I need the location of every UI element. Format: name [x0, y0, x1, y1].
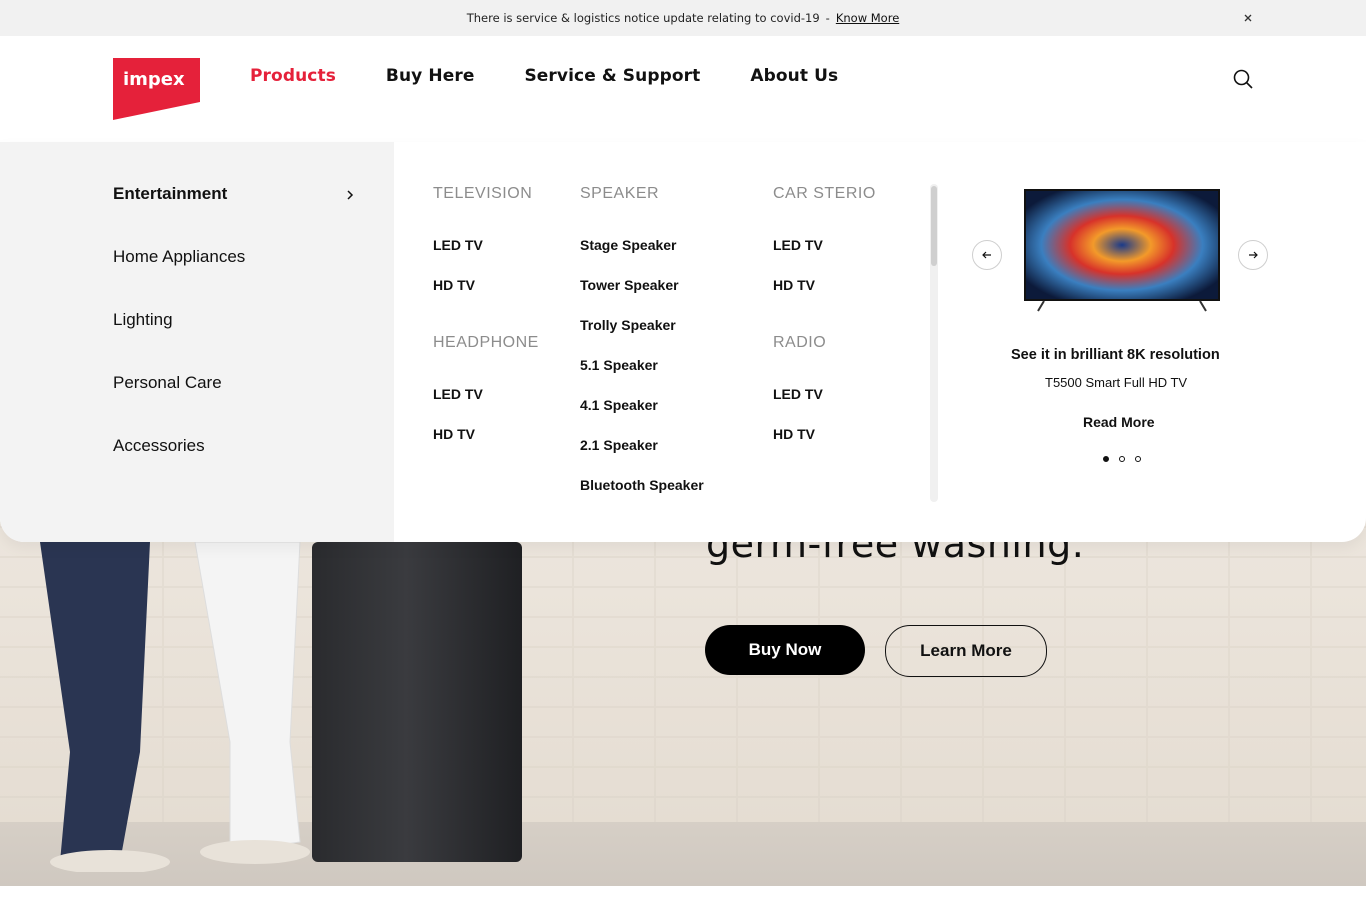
- category-lighting[interactable]: Lighting: [113, 310, 173, 330]
- link-headphone-hd-tv[interactable]: HD TV: [433, 426, 475, 442]
- impex-logo[interactable]: impex: [113, 58, 200, 120]
- tv-product-image: [1024, 189, 1220, 312]
- washing-machine-image: [312, 542, 522, 862]
- category-accessories[interactable]: Accessories: [113, 436, 205, 456]
- link-bluetooth-speaker[interactable]: Bluetooth Speaker: [580, 477, 704, 493]
- link-trolly-speaker[interactable]: Trolly Speaker: [580, 317, 676, 333]
- category-personal-care[interactable]: Personal Care: [113, 373, 222, 393]
- link-radio-hd-tv[interactable]: HD TV: [773, 426, 815, 442]
- link-4-1-speaker[interactable]: 4.1 Speaker: [580, 397, 658, 413]
- heading-speaker: SPEAKER: [580, 185, 660, 202]
- heading-headphone: HEADPHONE: [433, 334, 539, 351]
- buy-now-button[interactable]: Buy Now: [705, 625, 865, 675]
- carousel-dot-1[interactable]: [1103, 456, 1109, 462]
- close-icon[interactable]: [1241, 11, 1255, 25]
- link-car-hd-tv[interactable]: HD TV: [773, 277, 815, 293]
- learn-more-button[interactable]: Learn More: [885, 625, 1047, 677]
- notice-bar: There is service & logistics notice upda…: [0, 0, 1366, 36]
- products-mega-menu: Entertainment Home Appliances Lighting P…: [0, 142, 1366, 542]
- link-5-1-speaker[interactable]: 5.1 Speaker: [580, 357, 658, 373]
- heading-radio: RADIO: [773, 334, 827, 351]
- link-headphone-led-tv[interactable]: LED TV: [433, 386, 483, 402]
- arrow-left-icon: [982, 251, 991, 259]
- category-entertainment[interactable]: Entertainment: [113, 184, 227, 204]
- heading-car-sterio: CAR STERIO: [773, 185, 876, 202]
- notice-separator: -: [825, 11, 830, 25]
- link-stage-speaker[interactable]: Stage Speaker: [580, 237, 677, 253]
- link-television-hd-tv[interactable]: HD TV: [433, 277, 475, 293]
- main-nav: Products Buy Here Service & Support Abou…: [250, 66, 888, 86]
- menu-scroll-thumb[interactable]: [931, 186, 937, 266]
- carousel-dot-2[interactable]: [1119, 456, 1125, 462]
- link-2-1-speaker[interactable]: 2.1 Speaker: [580, 437, 658, 453]
- heading-television: TELEVISION: [433, 185, 533, 202]
- site-header: impex Products Buy Here Service & Suppor…: [0, 36, 1366, 142]
- notice-text: There is service & logistics notice upda…: [466, 11, 820, 25]
- carousel-next-button[interactable]: [1238, 240, 1268, 270]
- promo-subtitle: T5500 Smart Full HD TV: [1045, 375, 1188, 390]
- people-illustration: [40, 542, 310, 872]
- category-home-appliances[interactable]: Home Appliances: [113, 247, 245, 267]
- category-sidebar: Entertainment Home Appliances Lighting P…: [0, 142, 394, 542]
- read-more-link[interactable]: Read More: [1083, 414, 1155, 430]
- nav-products[interactable]: Products: [250, 66, 336, 86]
- nav-about-us[interactable]: About Us: [750, 66, 838, 86]
- promo-title: See it in brilliant 8K resolution: [1011, 347, 1220, 363]
- carousel-prev-button[interactable]: [972, 240, 1002, 270]
- carousel-dot-3[interactable]: [1135, 456, 1141, 462]
- nav-buy-here[interactable]: Buy Here: [386, 66, 475, 86]
- chevron-right-icon: [347, 190, 354, 200]
- search-icon[interactable]: [1232, 68, 1254, 90]
- link-television-led-tv[interactable]: LED TV: [433, 237, 483, 253]
- know-more-link[interactable]: Know More: [836, 11, 899, 25]
- link-car-led-tv[interactable]: LED TV: [773, 237, 823, 253]
- arrow-right-icon: [1249, 251, 1258, 259]
- link-radio-led-tv[interactable]: LED TV: [773, 386, 823, 402]
- nav-service-support[interactable]: Service & Support: [524, 66, 700, 86]
- link-tower-speaker[interactable]: Tower Speaker: [580, 277, 679, 293]
- svg-text:impex: impex: [123, 69, 185, 90]
